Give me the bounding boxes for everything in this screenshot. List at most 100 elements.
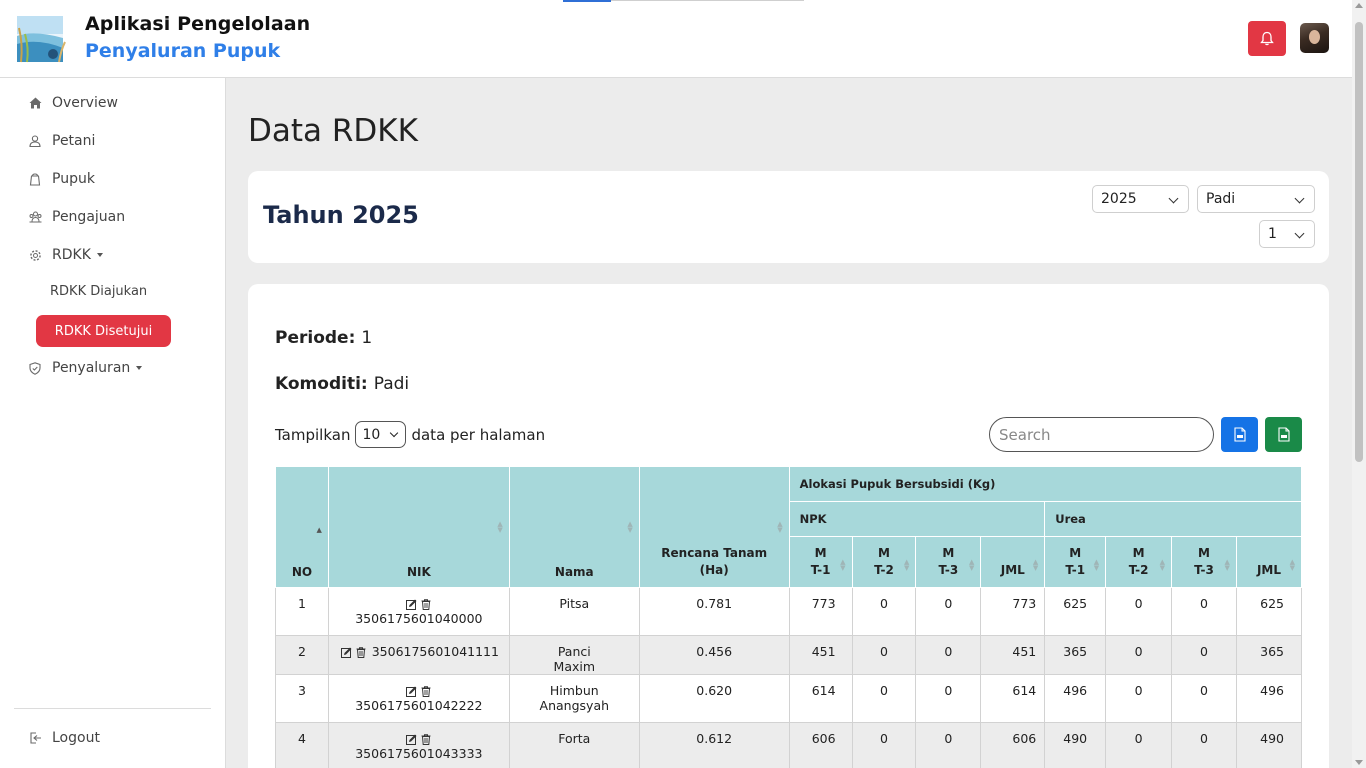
sidebar-item-petani[interactable]: Petani xyxy=(27,133,95,149)
col-header-urea: Urea xyxy=(1044,501,1302,537)
sort-icon: ▲ ▼ xyxy=(1289,558,1295,572)
trash-icon[interactable] xyxy=(419,596,433,611)
cell-npk: 0 xyxy=(851,587,917,636)
col-header-urea-mt2[interactable]: MT-2 ▲ ▼ xyxy=(1105,536,1173,588)
home-icon xyxy=(27,95,43,111)
sidebar-item-label: Penyaluran xyxy=(52,360,131,376)
cell-urea: 0 xyxy=(1171,674,1237,723)
rdkk-table-card: Periode: 1 Komoditi: Padi Tampilkan 10 dat… xyxy=(248,284,1329,768)
cell-no: 3 xyxy=(275,674,329,723)
top-header: Aplikasi Pengelolaan Penyaluran Pupuk xyxy=(0,0,1352,78)
sidebar-subitem-rdkk-diajukan[interactable]: RDKK Diajukan xyxy=(50,284,147,299)
cell-nama: Pitsa xyxy=(508,587,640,636)
cell-nik: 3506175601041111 xyxy=(327,635,510,675)
nik-value: 3506175601042222 xyxy=(355,698,483,713)
col-header-npk-mt1[interactable]: MT-1 ▲ ▼ xyxy=(788,536,853,588)
table-row: 4 3506175601043333 Forta 0.612 606 0 0 606 490 0 0… xyxy=(275,722,1303,768)
cell-urea: 365 xyxy=(1044,635,1107,675)
show-suffix: data per halaman xyxy=(411,425,546,444)
sort-icon: ▲ ▼ xyxy=(1224,558,1230,572)
col-header-urea-mt1[interactable]: MT-1 ▲ ▼ xyxy=(1044,536,1107,588)
periode-value: 1 xyxy=(361,328,373,348)
edit-icon[interactable] xyxy=(339,644,354,659)
chevron-down-icon xyxy=(136,366,143,370)
col-header-npk-mt3[interactable]: MT-3 ▲ ▼ xyxy=(915,536,982,588)
sidebar-divider xyxy=(14,708,211,709)
col-header-npk-mt2[interactable]: MT-2 ▲ ▼ xyxy=(851,536,917,588)
year-select-value: 2025 xyxy=(1101,191,1137,207)
rdkk-table: NO ▲ NIK ▲ ▼ Nama ▲ ▼ Rencana Tanam (Ha) ▲… xyxy=(275,466,1303,768)
scroll-up-arrow-icon[interactable] xyxy=(1355,3,1363,8)
col-header-nama[interactable]: Nama ▲ ▼ xyxy=(508,466,640,588)
user-avatar[interactable] xyxy=(1300,23,1329,53)
col-header-urea-mt3[interactable]: MT-3 ▲ ▼ xyxy=(1171,536,1237,588)
period-select[interactable]: 1 xyxy=(1259,220,1315,248)
commodity-select[interactable]: Padi xyxy=(1197,185,1315,213)
export-pdf-button[interactable] xyxy=(1221,417,1258,452)
sidebar-item-overview[interactable]: Overview xyxy=(27,95,118,111)
cell-npk: 0 xyxy=(851,722,917,768)
edit-icon[interactable] xyxy=(404,731,419,746)
bell-icon xyxy=(1260,31,1274,46)
col-header-npk-jml[interactable]: JML ▲ ▼ xyxy=(980,536,1046,588)
pdf-file-icon xyxy=(1233,427,1246,442)
shield-icon xyxy=(27,360,43,376)
table-row: 2 3506175601041111 Panci Maxim 0.456 451 0 0 4… xyxy=(275,635,1303,675)
cell-npk: 0 xyxy=(915,635,982,675)
page-length-control: Tampilkan 10 data per halaman xyxy=(275,421,545,448)
cell-urea: 625 xyxy=(1235,587,1303,636)
col-header-label: JML xyxy=(1256,563,1281,577)
cell-rencana: 0.456 xyxy=(638,635,790,675)
col-header-label: Rencana Tanam (Ha) xyxy=(661,546,768,577)
scroll-thumb[interactable] xyxy=(1355,22,1363,462)
col-header-label: MT-1 xyxy=(1065,546,1086,577)
page-scrollbar[interactable] xyxy=(1352,0,1366,768)
show-prefix: Tampilkan xyxy=(275,425,351,444)
chevron-down-icon xyxy=(390,428,399,438)
trash-icon[interactable] xyxy=(419,731,433,746)
sidebar: Overview Petani Pupuk Pengajuan RDKK RDK… xyxy=(0,78,226,768)
notification-button[interactable] xyxy=(1248,21,1286,56)
trash-icon[interactable] xyxy=(354,644,368,659)
trash-icon[interactable] xyxy=(419,683,433,698)
year-filter-card: Tahun 2025 2025 Padi 1 xyxy=(248,171,1329,263)
scroll-down-arrow-icon[interactable] xyxy=(1355,760,1363,765)
cell-nama: Panci Maxim xyxy=(508,635,640,675)
cell-npk: 773 xyxy=(788,587,853,636)
col-header-nik[interactable]: NIK ▲ ▼ xyxy=(327,466,510,588)
chevron-down-icon xyxy=(1168,193,1179,204)
edit-icon[interactable] xyxy=(404,683,419,698)
sidebar-item-pengajuan[interactable]: Pengajuan xyxy=(27,209,125,225)
nik-value: 3506175601040000 xyxy=(355,611,483,626)
rdkk-table-body: 1 3506175601040000 Pitsa 0.781 773 0 0 773 625 0 0… xyxy=(275,587,1303,768)
export-excel-button[interactable] xyxy=(1265,417,1302,452)
col-header-label: MT-3 xyxy=(1194,546,1214,577)
sidebar-item-pupuk[interactable]: Pupuk xyxy=(27,171,95,187)
year-title: Tahun 2025 xyxy=(263,201,419,229)
year-select[interactable]: 2025 xyxy=(1092,185,1189,213)
sidebar-item-label: Pengajuan xyxy=(52,209,126,225)
page-length-select[interactable]: 10 xyxy=(355,421,407,448)
cell-urea: 0 xyxy=(1171,722,1237,768)
chevron-down-icon xyxy=(96,253,103,257)
col-header-label: MT-1 xyxy=(810,546,831,577)
col-header-npk: NPK xyxy=(788,501,1046,537)
logout-button[interactable]: Logout xyxy=(27,730,100,746)
sidebar-item-penyaluran[interactable]: Penyaluran xyxy=(27,360,143,376)
cell-rencana: 0.781 xyxy=(638,587,790,636)
cell-urea: 496 xyxy=(1044,674,1107,723)
komoditi-info: Komoditi: Padi xyxy=(275,374,409,394)
cell-npk: 0 xyxy=(915,674,982,723)
edit-icon[interactable] xyxy=(404,596,419,611)
col-header-urea-jml[interactable]: JML ▲ ▼ xyxy=(1235,536,1303,588)
sidebar-subitem-rdkk-disetujui[interactable]: RDKK Disetujui xyxy=(36,315,171,347)
cell-urea: 0 xyxy=(1171,587,1237,636)
search-input[interactable]: Search xyxy=(989,417,1214,452)
cell-npk: 451 xyxy=(788,635,853,675)
cell-no: 2 xyxy=(275,635,329,675)
bag-icon xyxy=(27,171,43,187)
sidebar-item-rdkk[interactable]: RDKK xyxy=(27,247,103,263)
col-header-no[interactable]: NO ▲ xyxy=(275,466,329,588)
col-header-rencana[interactable]: Rencana Tanam (Ha) ▲ ▼ xyxy=(638,466,790,588)
cell-nama: Himbun Anangsyah xyxy=(508,674,640,723)
